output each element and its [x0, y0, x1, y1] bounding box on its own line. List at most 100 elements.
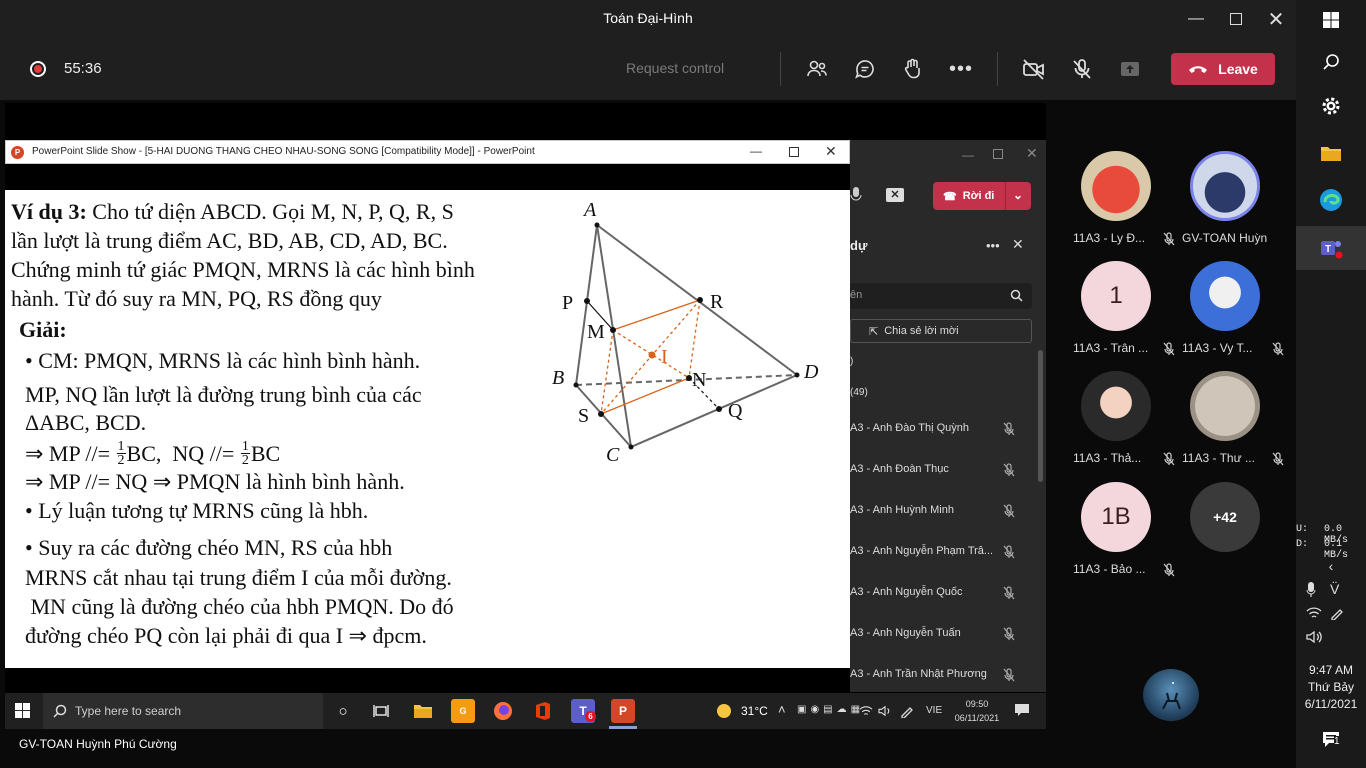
point-label-s: S — [578, 405, 589, 427]
participant-row[interactable]: A3 - Anh Huỳnh Minh — [850, 504, 1040, 524]
minimize-button[interactable]: — — [1176, 0, 1216, 38]
task-view-icon[interactable] — [369, 699, 393, 723]
maximize-icon[interactable] — [993, 149, 1003, 159]
close-panel-icon[interactable]: ✕ — [1012, 236, 1024, 253]
settings-gear-icon[interactable] — [1296, 94, 1366, 118]
solution-line-4: ⇒ MP //= 12 BC, NQ //= 12 BC — [25, 439, 281, 468]
minimize-icon[interactable]: — — [962, 148, 974, 162]
microphone-tray-icon[interactable] — [1306, 582, 1316, 603]
participant-row[interactable]: A3 - Anh Nguyễn Tuấn — [850, 627, 1040, 647]
slide: Ví dụ 3: Cho tứ diện ABCD. Gọi M, N, P, … — [5, 190, 850, 668]
pen-icon[interactable] — [900, 704, 914, 723]
fraction: 12 — [240, 439, 250, 468]
edge-browser-icon[interactable] — [1296, 186, 1366, 214]
volume-icon[interactable] — [1306, 630, 1322, 649]
maximize-icon[interactable] — [789, 147, 799, 157]
notification-icon[interactable] — [1014, 703, 1030, 722]
avatar — [1190, 151, 1260, 221]
more-participants-tile[interactable]: +42 — [1190, 482, 1260, 552]
participant-row[interactable]: A3 - Anh Đào Thị Quỳnh — [850, 422, 1040, 442]
wifi-icon[interactable] — [859, 704, 873, 722]
participant-name: 11A3 - Thư ... — [1182, 451, 1255, 465]
chevron-up-icon[interactable]: ˄ — [778, 702, 786, 717]
participant-row[interactable]: A3 - Anh Nguyễn Phạm Trâ... — [850, 545, 1040, 565]
participant-tile[interactable]: GV-TOAN Huỳn... — [1182, 151, 1268, 245]
weather-temp[interactable]: 31°C — [741, 704, 768, 718]
participant-name: A3 - Anh Huỳnh Minh — [850, 504, 954, 516]
point-label-a: A — [582, 199, 597, 221]
taskbar-clock[interactable]: 09:50 06/11/2021 — [951, 697, 1003, 725]
search-icon[interactable] — [1296, 50, 1366, 74]
participant-tile[interactable]: 11A3 - Ly Đ... — [1073, 151, 1175, 246]
windows-start-icon[interactable] — [1296, 8, 1366, 32]
office-icon[interactable] — [531, 699, 555, 723]
problem-line-1: Cho tứ diện ABCD. Gọi M, N, P, Q, R, S — [92, 199, 454, 224]
point-label-q: Q — [728, 400, 743, 422]
close-icon[interactable]: ✕ — [1026, 145, 1038, 162]
share-invite-button[interactable]: ⇱ Chia sẻ lời mời — [850, 319, 1032, 343]
unikey-v-icon[interactable]: V̈ — [1330, 581, 1339, 597]
participant-tile[interactable]: 11A3 - Thư ... — [1182, 371, 1284, 466]
avatar: +42 — [1190, 482, 1260, 552]
point-label-i: I — [661, 346, 668, 368]
action-center-icon[interactable]: 1 — [1296, 730, 1366, 750]
request-control-button[interactable]: Request control — [626, 60, 724, 76]
upload-label: U: — [1296, 524, 1309, 535]
mic-off-icon[interactable] — [1067, 54, 1097, 84]
chevron-left-icon[interactable]: ‹ — [1296, 558, 1366, 574]
mic-off-icon — [1003, 668, 1015, 685]
participant-search-input[interactable]: ên — [850, 283, 1032, 309]
leave-split-button[interactable]: ☎ Rời đi ⌄ — [933, 182, 1031, 210]
volume-icon[interactable] — [878, 704, 892, 722]
window-title: Toán Đại-Hình — [603, 10, 693, 26]
close-share-icon[interactable]: ✕ — [886, 188, 904, 202]
file-explorer-icon[interactable] — [1296, 141, 1366, 165]
more-options-icon[interactable]: ••• — [946, 54, 976, 84]
mic-off-icon — [1163, 342, 1175, 361]
cortana-icon[interactable]: ○ — [331, 699, 355, 723]
teams-app-icon[interactable]: T — [1296, 226, 1366, 270]
point-label-c: C — [606, 444, 620, 466]
clock-time[interactable]: 9:47 AM — [1296, 662, 1366, 679]
fraction: 12 — [116, 439, 126, 468]
file-explorer-icon[interactable] — [411, 699, 435, 723]
foxit-app-icon[interactable]: G — [451, 699, 475, 723]
mic-off-icon — [1163, 232, 1175, 251]
chat-icon[interactable] — [850, 54, 880, 84]
participant-tile[interactable]: 1 11A3 - Trân ... — [1073, 261, 1175, 356]
participant-row[interactable]: A3 - Anh Trần Nhật Phương — [850, 668, 1040, 688]
weather-sun-icon — [717, 704, 731, 718]
minimize-icon[interactable]: — — [750, 144, 762, 158]
participant-tile[interactable]: 11A3 - Thả... — [1073, 371, 1175, 466]
tray-icons[interactable]: ▣◉▤☁▦ — [797, 704, 864, 715]
participant-tile[interactable]: 1B 11A3 - Bảo ... — [1073, 482, 1175, 577]
wifi-icon[interactable] — [1306, 606, 1322, 625]
participant-tile[interactable]: 11A3 - Vy T... — [1182, 261, 1284, 356]
powerpoint-taskbar-icon[interactable]: P — [611, 699, 635, 723]
share-tray-icon[interactable] — [1115, 54, 1145, 84]
solution-line-7: • Suy ra các đường chéo MN, RS của hbh — [25, 535, 393, 560]
windows-start-icon[interactable] — [15, 703, 30, 723]
taskbar-search-input[interactable]: Type here to search — [43, 693, 323, 729]
camera-off-icon[interactable] — [1019, 54, 1049, 84]
participant-row[interactable]: A3 - Anh Nguyễn Quốc — [850, 586, 1040, 606]
input-language[interactable]: VIE — [926, 705, 942, 716]
leave-button[interactable]: Leave — [1171, 53, 1275, 85]
close-icon[interactable]: ✕ — [825, 143, 837, 160]
windows-side-bar: T U: 0.0 MB/s D: 0.1 MB/s ‹ V̈ 9:47 AM T… — [1296, 0, 1366, 768]
participants-icon[interactable] — [802, 54, 832, 84]
teams-taskbar-icon[interactable]: T6 — [571, 699, 596, 723]
maximize-button[interactable] — [1216, 0, 1256, 38]
more-icon[interactable]: ••• — [986, 238, 1000, 253]
participant-row[interactable]: A3 - Anh Đoàn Thục — [850, 463, 1040, 483]
close-button[interactable]: ✕ — [1256, 0, 1296, 38]
mic-icon[interactable] — [850, 186, 862, 209]
bluetooth-pen-icon[interactable] — [1330, 606, 1344, 625]
chevron-down-icon[interactable]: ⌄ — [1013, 188, 1023, 202]
background-effects-avatar[interactable] — [1143, 669, 1199, 721]
solution-line-5: ⇒ MP //= NQ ⇒ PMQN là hình bình hành. — [25, 469, 405, 494]
firefox-icon[interactable] — [491, 699, 515, 723]
mic-off-icon — [1163, 563, 1175, 582]
solution-label: Giải: — [19, 317, 67, 342]
reactions-icon[interactable] — [898, 54, 928, 84]
